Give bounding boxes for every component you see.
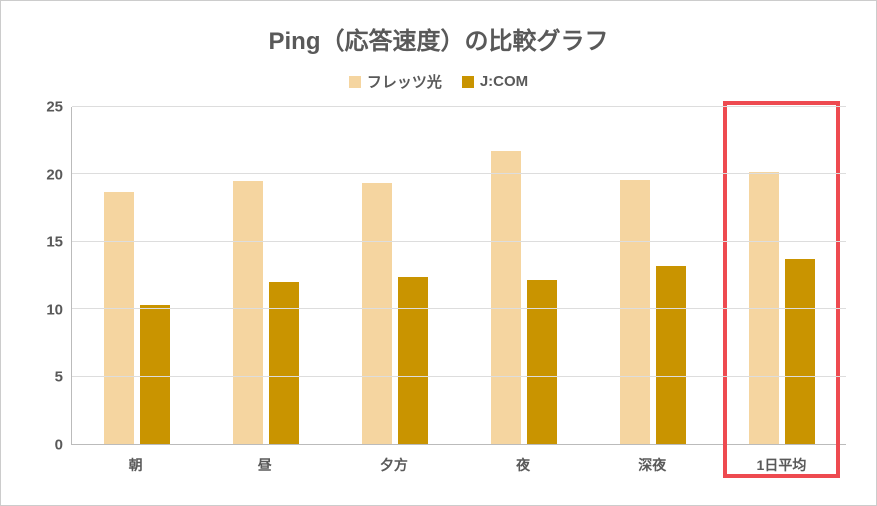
legend-swatch-icon [462,76,474,88]
y-tick-label: 5 [55,369,63,386]
bar [491,151,521,444]
bar [269,282,299,444]
y-tick-label: 10 [46,301,63,318]
legend-item-jcom: J:COM [462,71,528,92]
bar [620,180,650,444]
category-group [459,107,588,444]
legend-label: J:COM [480,73,528,90]
chart-title: Ping（応答速度）の比較グラフ [31,21,846,56]
category-group [72,107,201,444]
ping-comparison-chart: Ping（応答速度）の比較グラフ フレッツ光 J:COM 0510152025 … [1,1,876,505]
y-axis: 0510152025 [31,107,71,445]
y-tick-label: 20 [46,166,63,183]
y-tick-label: 15 [46,234,63,251]
legend-label: フレッツ光 [367,71,442,92]
y-tick-label: 0 [55,437,63,454]
bar [104,192,134,444]
legend-swatch-icon [349,76,361,88]
bar [140,305,170,444]
chart-legend: フレッツ光 J:COM [31,71,846,92]
bar [785,259,815,444]
bar [233,181,263,444]
gridline [72,376,846,377]
gridline [72,308,846,309]
bar [398,277,428,444]
plot-area: 0510152025 [31,107,846,445]
legend-item-flets: フレッツ光 [349,71,442,92]
gridline [72,241,846,242]
category-group [201,107,330,444]
x-tick-label: 夜 [459,445,588,475]
x-tick-label: 1日平均 [717,445,846,475]
category-group [588,107,717,444]
category-group [717,107,846,444]
bar [362,183,392,445]
gridline [72,106,846,107]
x-tick-label: 深夜 [588,445,717,475]
x-tick-label: 昼 [200,445,329,475]
y-tick-label: 25 [46,99,63,116]
bar [656,266,686,444]
x-tick-label: 朝 [71,445,200,475]
bar [527,280,557,444]
gridline [72,173,846,174]
x-axis: 朝昼夕方夜深夜1日平均 [31,445,846,475]
x-tick-label: 夕方 [329,445,458,475]
category-group [330,107,459,444]
plot-grid [71,107,846,445]
